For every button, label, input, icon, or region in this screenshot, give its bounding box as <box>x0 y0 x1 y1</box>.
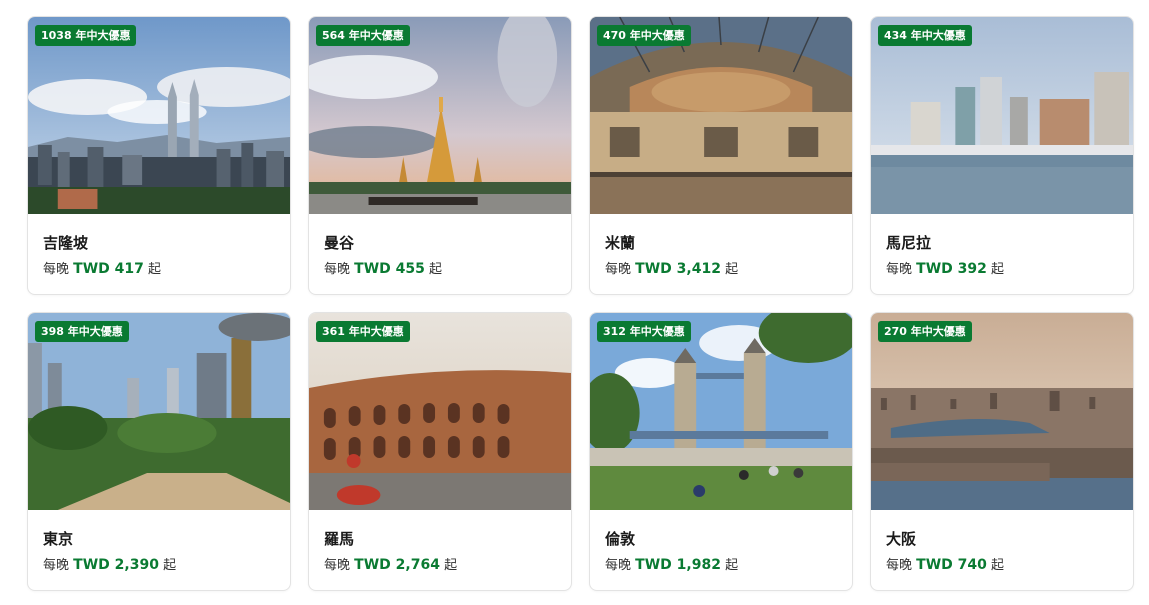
destination-card-bangkok[interactable]: 564 年中大優惠 曼谷 每晚 TWD 455 起 <box>308 16 572 295</box>
price-value: 2,390 <box>114 557 159 573</box>
deal-badge: 270 年中大優惠 <box>878 321 972 342</box>
city-name: 曼谷 <box>324 234 355 252</box>
price-value: 1,982 <box>676 557 721 573</box>
price-suffix: 起 <box>991 262 1005 277</box>
price-currency: TWD <box>354 261 391 277</box>
price-amount: TWD 2,764 <box>354 557 440 573</box>
destination-card-rome[interactable]: 361 年中大優惠 羅馬 每晚 TWD 2,764 起 <box>308 312 572 591</box>
deal-badge: 312 年中大優惠 <box>597 321 691 342</box>
price-amount: TWD 1,982 <box>635 557 721 573</box>
price-amount: TWD 740 <box>916 557 987 573</box>
price-amount: TWD 455 <box>354 261 425 277</box>
price-line: 每晚 TWD 740 起 <box>886 554 1118 573</box>
price-currency: TWD <box>354 557 391 573</box>
price-prefix: 每晚 <box>43 262 70 277</box>
destination-grid: 1038 年中大優惠 吉隆坡 每晚 TWD 417 起 564 年中大優惠 曼谷… <box>27 16 1134 591</box>
deal-badge: 564 年中大優惠 <box>316 25 410 46</box>
price-suffix: 起 <box>163 558 177 573</box>
deal-badge: 470 年中大優惠 <box>597 25 691 46</box>
price-value: 392 <box>957 261 987 277</box>
destination-photo[interactable]: 470 年中大優惠 <box>590 17 852 214</box>
destination-photo[interactable]: 312 年中大優惠 <box>590 313 852 510</box>
price-currency: TWD <box>635 557 672 573</box>
deal-badge: 361 年中大優惠 <box>316 321 410 342</box>
city-name: 東京 <box>43 530 74 548</box>
milan-galleria-image <box>590 17 852 214</box>
price-prefix: 每晚 <box>886 558 913 573</box>
rome-colosseum-image <box>309 313 571 510</box>
price-line: 每晚 TWD 3,412 起 <box>605 258 837 277</box>
destination-card-manila[interactable]: 434 年中大優惠 馬尼拉 每晚 TWD 392 起 <box>870 16 1134 295</box>
deal-badge: 398 年中大優惠 <box>35 321 129 342</box>
price-line: 每晚 TWD 2,390 起 <box>43 554 275 573</box>
price-suffix: 起 <box>429 262 443 277</box>
price-line: 每晚 TWD 455 起 <box>324 258 556 277</box>
destination-photo[interactable]: 398 年中大優惠 <box>28 313 290 510</box>
deal-badge: 434 年中大優惠 <box>878 25 972 46</box>
manila-marina-image <box>871 17 1133 214</box>
destination-photo[interactable]: 270 年中大優惠 <box>871 313 1133 510</box>
city-name: 吉隆坡 <box>43 234 89 252</box>
city-name: 米蘭 <box>605 234 636 252</box>
price-value: 3,412 <box>676 261 721 277</box>
deal-badge: 1038 年中大優惠 <box>35 25 137 46</box>
destination-card-london[interactable]: 312 年中大優惠 倫敦 每晚 TWD 1,982 起 <box>589 312 853 591</box>
price-suffix: 起 <box>444 558 458 573</box>
destination-photo[interactable]: 361 年中大優惠 <box>309 313 571 510</box>
price-prefix: 每晚 <box>605 558 632 573</box>
price-currency: TWD <box>73 261 110 277</box>
price-value: 455 <box>395 261 425 277</box>
price-suffix: 起 <box>725 558 739 573</box>
price-prefix: 每晚 <box>43 558 70 573</box>
destination-photo[interactable]: 1038 年中大優惠 <box>28 17 290 214</box>
price-amount: TWD 3,412 <box>635 261 721 277</box>
destination-card-milan[interactable]: 470 年中大優惠 米蘭 每晚 TWD 3,412 起 <box>589 16 853 295</box>
price-suffix: 起 <box>148 262 162 277</box>
price-line: 每晚 TWD 417 起 <box>43 258 275 277</box>
price-line: 每晚 TWD 392 起 <box>886 258 1118 277</box>
destination-photo[interactable]: 564 年中大優惠 <box>309 17 571 214</box>
price-currency: TWD <box>916 261 953 277</box>
price-suffix: 起 <box>991 558 1005 573</box>
price-prefix: 每晚 <box>605 262 632 277</box>
price-line: 每晚 TWD 2,764 起 <box>324 554 556 573</box>
destination-card-tokyo[interactable]: 398 年中大優惠 東京 每晚 TWD 2,390 起 <box>27 312 291 591</box>
price-prefix: 每晚 <box>324 558 351 573</box>
city-name: 馬尼拉 <box>886 234 932 252</box>
price-currency: TWD <box>916 557 953 573</box>
city-name: 大阪 <box>886 530 917 548</box>
price-value: 740 <box>957 557 987 573</box>
kuala-lumpur-skyline-image <box>28 17 290 214</box>
price-amount: TWD 392 <box>916 261 987 277</box>
price-currency: TWD <box>73 557 110 573</box>
price-suffix: 起 <box>725 262 739 277</box>
osaka-bay-aerial-image <box>871 313 1133 510</box>
price-prefix: 每晚 <box>324 262 351 277</box>
price-prefix: 每晚 <box>886 262 913 277</box>
price-currency: TWD <box>635 261 672 277</box>
destination-card-osaka[interactable]: 270 年中大優惠 大阪 每晚 TWD 740 起 <box>870 312 1134 591</box>
city-name: 倫敦 <box>605 530 636 548</box>
destination-photo[interactable]: 434 年中大優惠 <box>871 17 1133 214</box>
tokyo-park-image <box>28 313 290 510</box>
price-line: 每晚 TWD 1,982 起 <box>605 554 837 573</box>
london-tower-bridge-image <box>590 313 852 510</box>
price-value: 417 <box>114 261 144 277</box>
price-amount: TWD 2,390 <box>73 557 159 573</box>
price-value: 2,764 <box>395 557 440 573</box>
city-name: 羅馬 <box>324 530 355 548</box>
price-amount: TWD 417 <box>73 261 144 277</box>
destination-card-kuala-lumpur[interactable]: 1038 年中大優惠 吉隆坡 每晚 TWD 417 起 <box>27 16 291 295</box>
bangkok-temple-image <box>309 17 571 214</box>
